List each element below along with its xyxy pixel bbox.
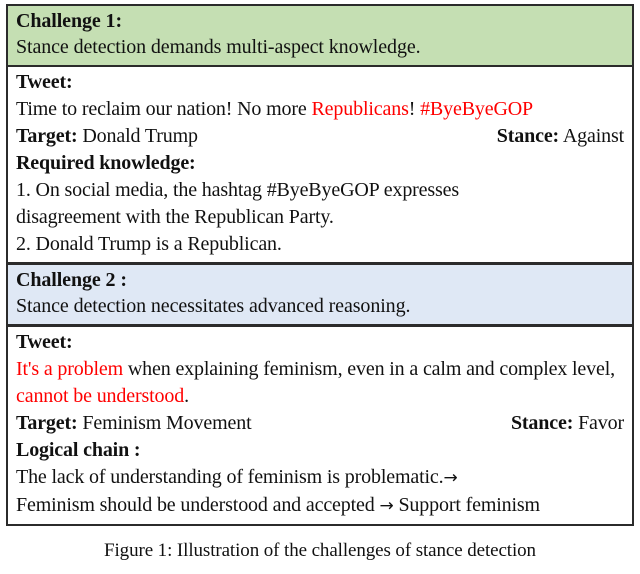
arrow-right-icon: → [443,468,458,488]
detail-label-1: Required knowledge: [16,150,624,177]
target-field-2: Target: Feminism Movement [16,410,252,437]
challenge-1-subtitle: Stance detection demands multi-aspect kn… [16,36,421,58]
logical-chain-line-1: The lack of understanding of feminism is… [16,464,624,492]
tweet-label-1: Tweet: [16,69,624,96]
tweet-highlight: #ByeByeGOP [420,98,534,120]
stance-field-1: Stance: Against [497,123,624,150]
knowledge-item: 2. Donald Trump is a Republican. [16,233,282,255]
chain-step: Feminism should be understood and accept… [16,494,375,516]
logical-chain-line-2: Feminism should be understood and accept… [16,492,624,520]
stance-value-2: Favor [578,412,624,434]
challenge-2-title: Challenge 2 : [16,269,127,291]
stance-label-2: Stance: [510,412,574,434]
tweet-segment: Time to reclaim our nation! No more [16,98,312,120]
tweet-segment: when explaining feminism, even in a calm… [123,358,615,380]
knowledge-item: 1. On social media, the hashtag #ByeByeG… [16,179,460,201]
challenge-1-title: Challenge 1: [16,10,123,32]
tweet-highlight: cannot be understood [16,385,185,407]
challenge-2-body: Tweet: It's a problem when explaining fe… [8,327,632,524]
target-label-2: Target: [16,412,78,434]
figure-container: Challenge 1: Stance detection demands mu… [0,4,640,563]
detail-label-1-text: Required knowledge: [16,152,196,174]
figure-caption: Figure 1: Illustration of the challenges… [104,540,536,561]
chain-conclusion: Support feminism [398,494,540,516]
meta-row-1: Target: Donald Trump Stance: Against [16,123,624,150]
target-label-1: Target: [16,125,78,147]
tweet-label-1-text: Tweet: [16,71,73,93]
detail-label-2: Logical chain : [16,437,624,464]
tweet-highlight: Republicans [311,98,409,120]
tweet-segment: ! [408,98,421,120]
challenge-1-body: Tweet: Time to reclaim our nation! No mo… [8,67,632,262]
target-value-1: Donald Trump [82,125,198,147]
challenge-1-header: Challenge 1: Stance detection demands mu… [8,6,632,65]
challenges-table: Challenge 1: Stance detection demands mu… [6,4,634,526]
tweet-highlight: It's a problem [16,358,124,380]
meta-row-2: Target: Feminism Movement Stance: Favor [16,410,624,437]
target-value-2: Feminism Movement [82,412,252,434]
challenge-2-subtitle: Stance detection necessitates advanced r… [16,295,411,317]
stance-value-1: Against [562,125,624,147]
knowledge-item: disagreement with the Republican Party. [16,206,334,228]
detail-label-2-text: Logical chain : [16,439,141,461]
arrow-right-icon: → [379,496,394,516]
stance-label-1: Stance: [496,125,560,147]
tweet-label-2: Tweet: [16,329,624,356]
tweet-text-2: It's a problem when explaining feminism,… [16,356,624,410]
target-field-1: Target: Donald Trump [16,123,198,150]
tweet-label-2-text: Tweet: [16,331,73,353]
stance-field-2: Stance: Favor [511,410,624,437]
challenge-2-header: Challenge 2 : Stance detection necessita… [8,265,632,324]
tweet-segment: . [184,385,189,407]
chain-premise: The lack of understanding of feminism is… [16,466,444,488]
tweet-text-1: Time to reclaim our nation! No more Repu… [16,96,624,123]
